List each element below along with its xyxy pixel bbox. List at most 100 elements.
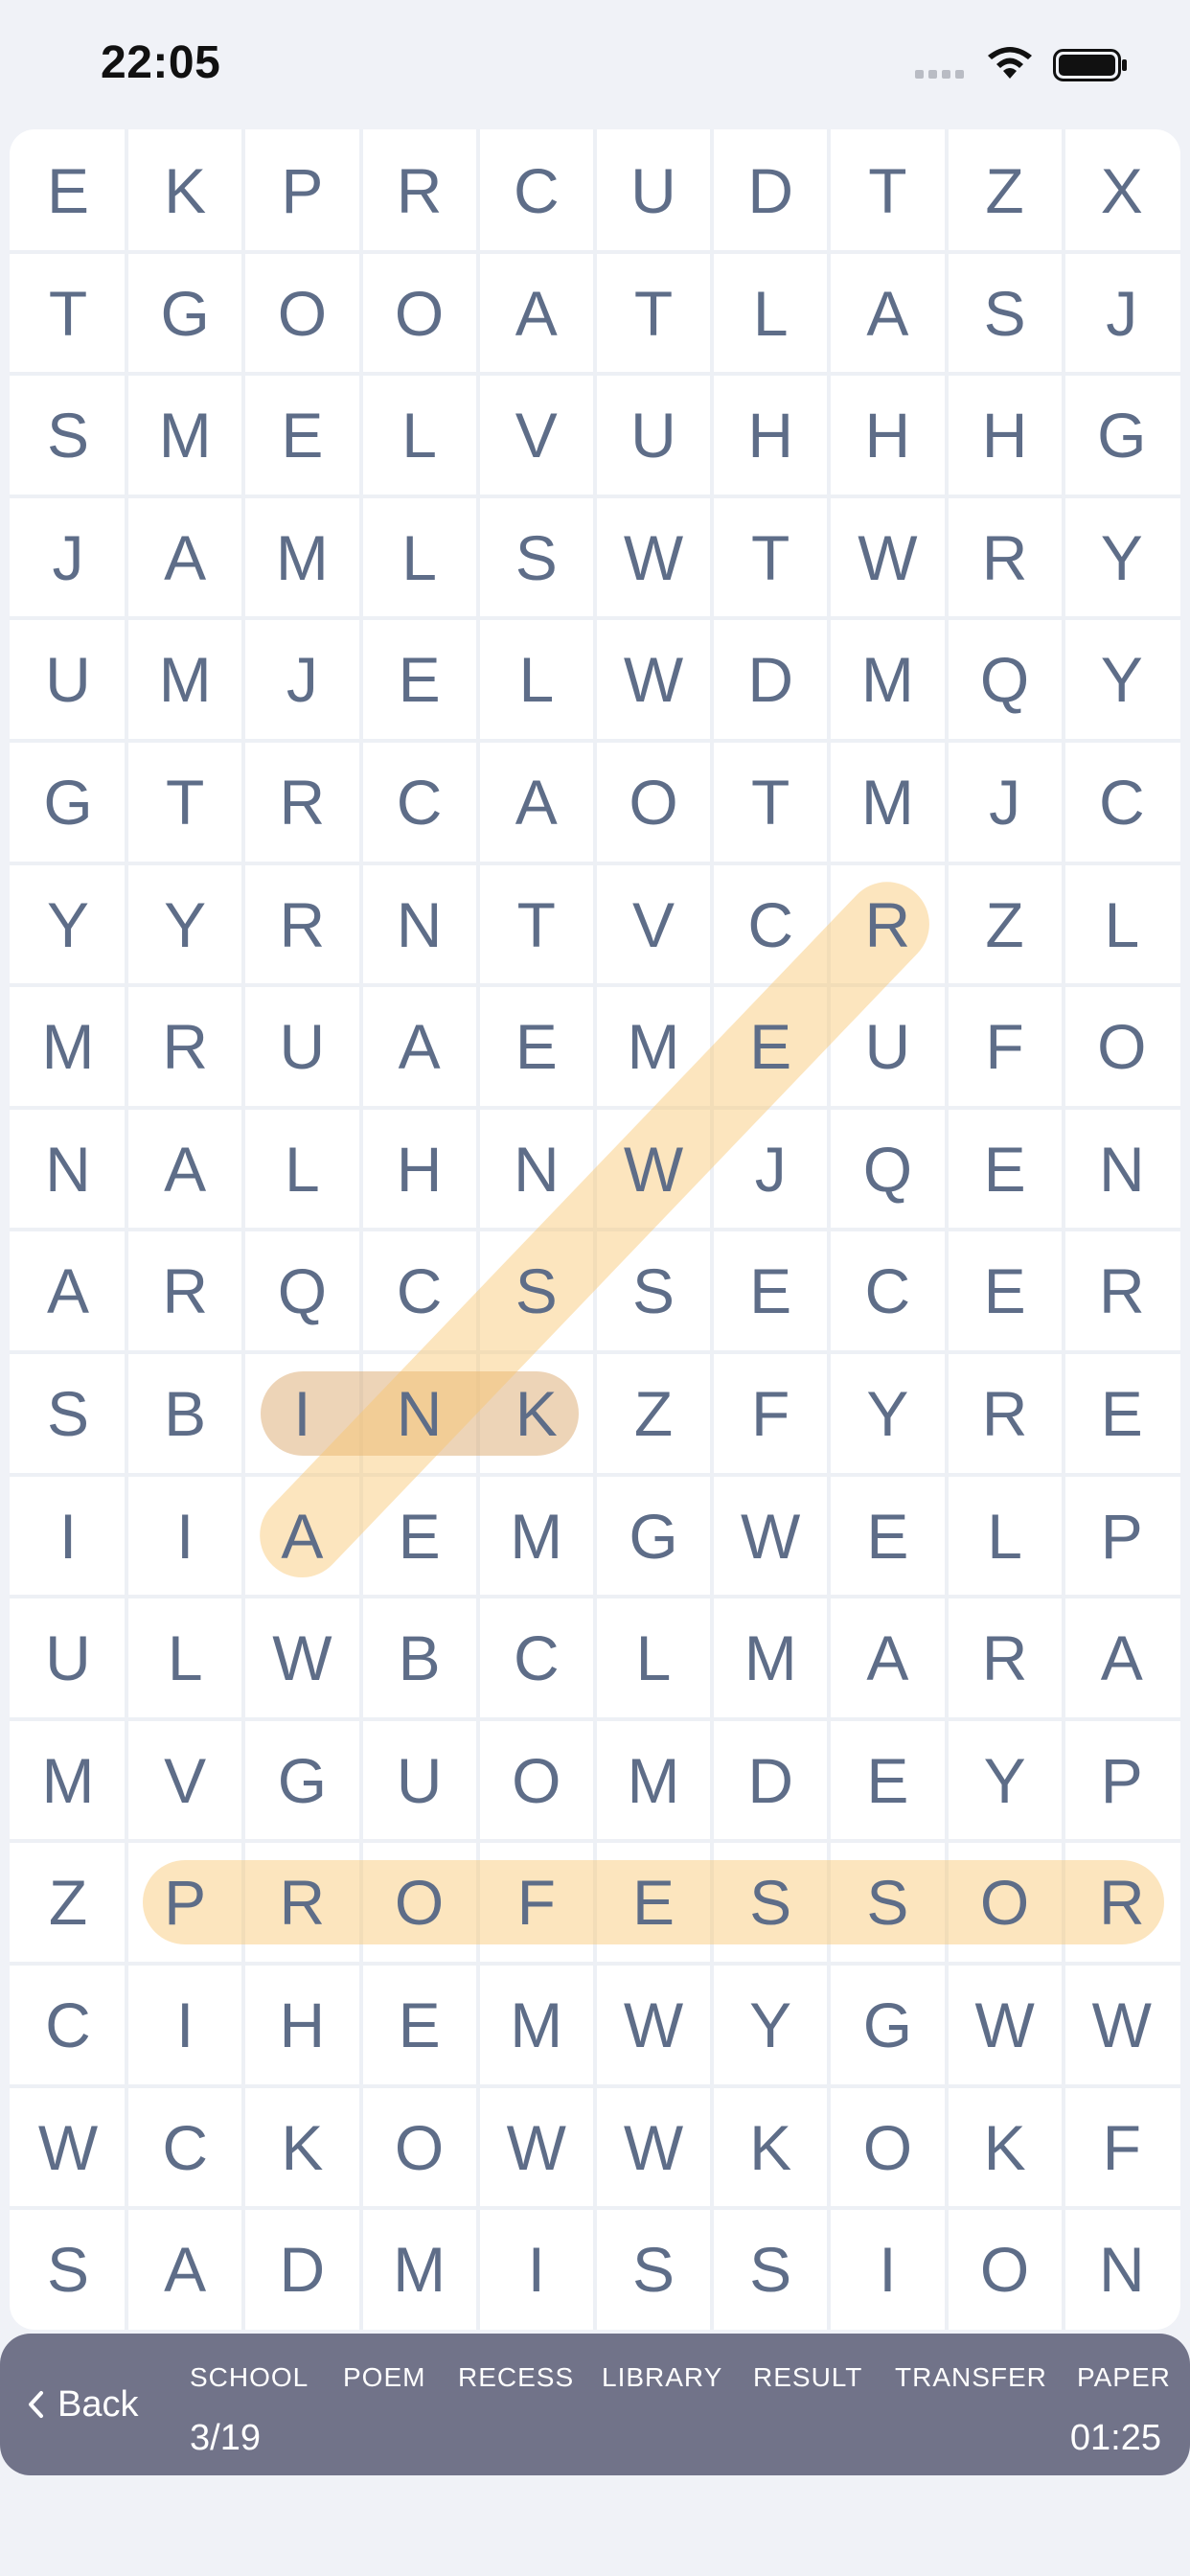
grid-cell[interactable]: C (361, 741, 478, 863)
grid-cell[interactable]: F (947, 985, 1064, 1108)
grid-cell[interactable]: C (10, 1964, 126, 2086)
grid-cell[interactable]: S (829, 1841, 946, 1964)
grid-cell[interactable]: G (126, 252, 243, 375)
grid-cell[interactable]: Y (1064, 618, 1180, 741)
grid-cell[interactable]: L (712, 252, 829, 375)
grid-cell[interactable]: N (361, 1352, 478, 1475)
grid-cell[interactable]: E (361, 1964, 478, 2086)
grid-cell[interactable]: Q (829, 1108, 946, 1230)
grid-cell[interactable]: H (243, 1964, 360, 2086)
grid-cell[interactable]: D (243, 2208, 360, 2330)
grid-cell[interactable]: S (712, 2208, 829, 2330)
grid-cell[interactable]: F (478, 1841, 595, 1964)
grid-cell[interactable]: F (712, 1352, 829, 1475)
grid-cell[interactable]: C (126, 2086, 243, 2209)
grid-cell[interactable]: S (595, 1230, 712, 1352)
grid-cell[interactable]: E (361, 618, 478, 741)
grid-cell[interactable]: C (1064, 741, 1180, 863)
grid-cell[interactable]: T (478, 863, 595, 986)
grid-cell[interactable]: T (126, 741, 243, 863)
grid-cell[interactable]: L (947, 1475, 1064, 1598)
grid-cell[interactable]: W (712, 1475, 829, 1598)
grid-cell[interactable]: I (10, 1475, 126, 1598)
grid-cell[interactable]: K (478, 1352, 595, 1475)
grid-cell[interactable]: O (947, 2208, 1064, 2330)
grid-cell[interactable]: R (1064, 1841, 1180, 1964)
grid-cell[interactable]: A (243, 1475, 360, 1598)
grid-cell[interactable]: A (478, 741, 595, 863)
grid-cell[interactable]: J (947, 741, 1064, 863)
grid-cell[interactable]: U (595, 129, 712, 252)
grid-cell[interactable]: I (829, 2208, 946, 2330)
grid-cell[interactable]: A (126, 1108, 243, 1230)
grid-cell[interactable]: W (10, 2086, 126, 2209)
grid-cell[interactable]: J (10, 496, 126, 619)
grid-cell[interactable]: T (712, 496, 829, 619)
grid-cell[interactable]: S (478, 1230, 595, 1352)
grid-cell[interactable]: S (478, 496, 595, 619)
grid-cell[interactable]: P (243, 129, 360, 252)
grid-cell[interactable]: W (595, 1964, 712, 2086)
grid-cell[interactable]: I (126, 1475, 243, 1598)
grid-cell[interactable]: O (595, 741, 712, 863)
grid-cell[interactable]: O (361, 252, 478, 375)
grid-cell[interactable]: N (1064, 2208, 1180, 2330)
grid-cell[interactable]: T (10, 252, 126, 375)
grid-cell[interactable]: E (712, 985, 829, 1108)
grid-cell[interactable]: R (1064, 1230, 1180, 1352)
grid-cell[interactable]: R (947, 1597, 1064, 1719)
grid-cell[interactable]: E (478, 985, 595, 1108)
grid-cell[interactable]: T (712, 741, 829, 863)
grid-cell[interactable]: E (10, 129, 126, 252)
grid-cell[interactable]: M (10, 1719, 126, 1842)
grid-cell[interactable]: O (947, 1841, 1064, 1964)
grid-cell[interactable]: S (712, 1841, 829, 1964)
grid-cell[interactable]: T (829, 129, 946, 252)
grid-cell[interactable]: V (595, 863, 712, 986)
grid-cell[interactable]: U (595, 374, 712, 496)
grid-cell[interactable]: H (361, 1108, 478, 1230)
grid-cell[interactable]: K (243, 2086, 360, 2209)
grid-cell[interactable]: C (478, 129, 595, 252)
grid-cell[interactable]: W (243, 1597, 360, 1719)
grid-cell[interactable]: U (243, 985, 360, 1108)
grid-cell[interactable]: D (712, 129, 829, 252)
grid-cell[interactable]: K (126, 129, 243, 252)
grid-cell[interactable]: Y (10, 863, 126, 986)
grid-cell[interactable]: E (595, 1841, 712, 1964)
grid-cell[interactable]: L (361, 496, 478, 619)
grid-cell[interactable]: G (1064, 374, 1180, 496)
grid-cell[interactable]: R (829, 863, 946, 986)
grid-cell[interactable]: O (361, 2086, 478, 2209)
grid-cell[interactable]: U (10, 618, 126, 741)
grid-cell[interactable]: M (126, 374, 243, 496)
grid-cell[interactable]: S (10, 1352, 126, 1475)
grid-cell[interactable]: R (947, 496, 1064, 619)
grid-cell[interactable]: S (947, 252, 1064, 375)
grid-cell[interactable]: M (243, 496, 360, 619)
grid-cell[interactable]: M (829, 741, 946, 863)
grid-cell[interactable]: Z (947, 129, 1064, 252)
grid-cell[interactable]: L (478, 618, 595, 741)
grid-cell[interactable]: U (361, 1719, 478, 1842)
grid-cell[interactable]: F (1064, 2086, 1180, 2209)
grid-cell[interactable]: A (829, 1597, 946, 1719)
grid-cell[interactable]: D (712, 1719, 829, 1842)
grid-cell[interactable]: L (126, 1597, 243, 1719)
grid-cell[interactable]: E (712, 1230, 829, 1352)
grid-cell[interactable]: R (243, 741, 360, 863)
grid-cell[interactable]: E (829, 1475, 946, 1598)
grid-cell[interactable]: R (126, 985, 243, 1108)
grid-cell[interactable]: M (10, 985, 126, 1108)
grid-cell[interactable]: C (712, 863, 829, 986)
grid-cell[interactable]: P (1064, 1475, 1180, 1598)
grid-cell[interactable]: M (478, 1475, 595, 1598)
grid-cell[interactable]: L (361, 374, 478, 496)
grid-cell[interactable]: H (712, 374, 829, 496)
grid-cell[interactable]: M (829, 618, 946, 741)
grid-cell[interactable]: X (1064, 129, 1180, 252)
grid-cell[interactable]: S (595, 2208, 712, 2330)
grid-cell[interactable]: M (712, 1597, 829, 1719)
grid-cell[interactable]: O (829, 2086, 946, 2209)
grid-cell[interactable]: E (947, 1230, 1064, 1352)
